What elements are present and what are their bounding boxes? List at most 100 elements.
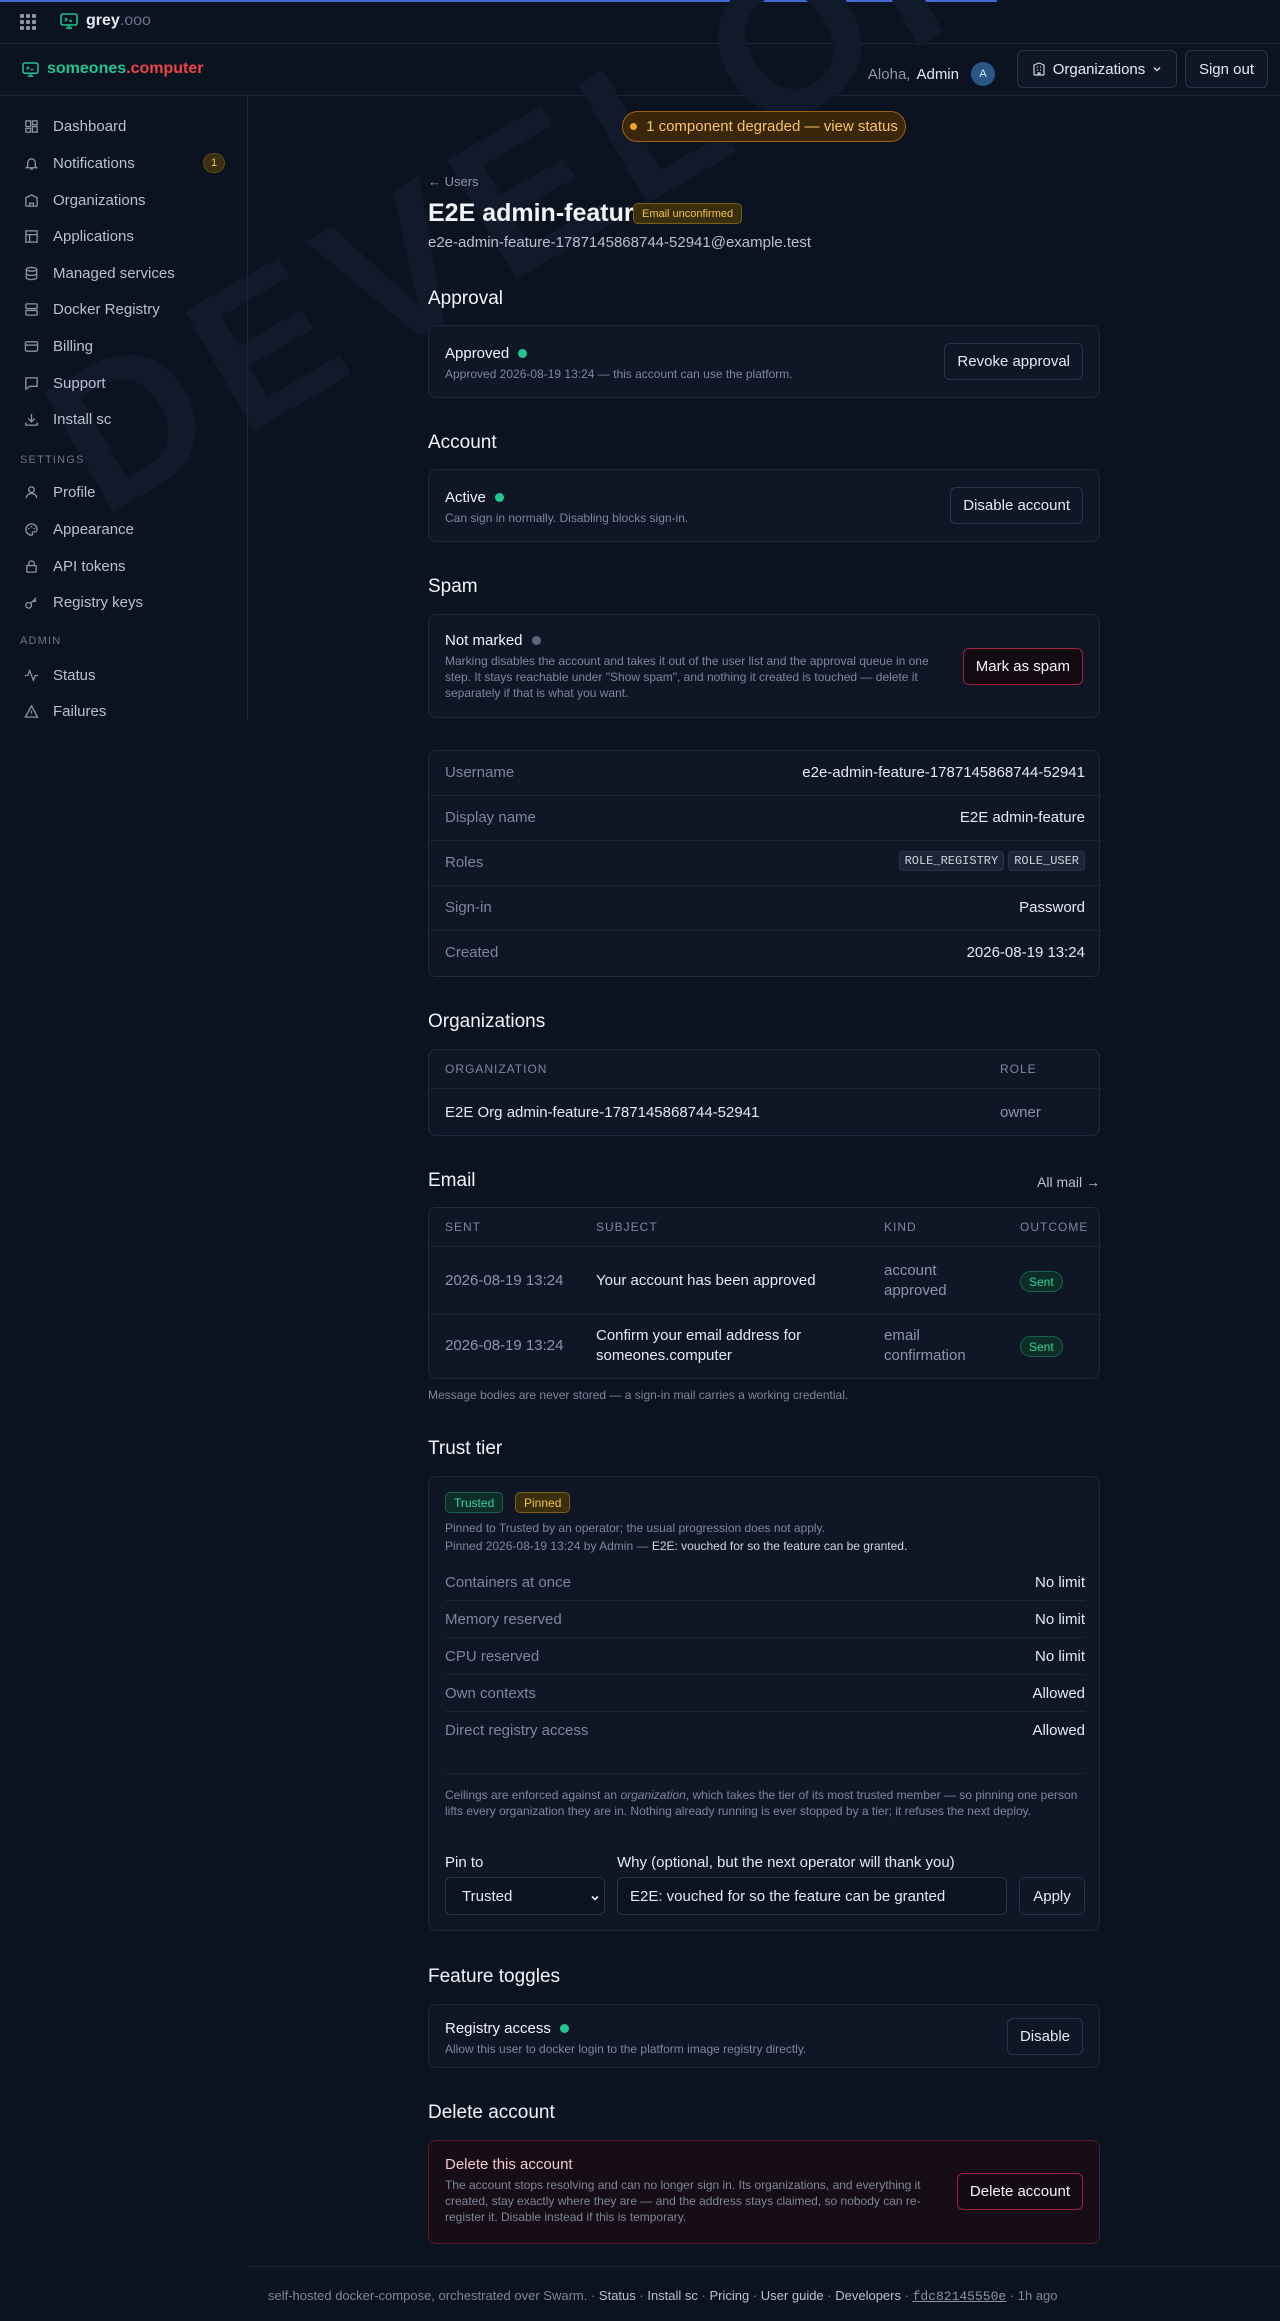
status-ok-dot-icon bbox=[494, 493, 504, 502]
palette-icon bbox=[25, 522, 38, 536]
app-logo[interactable]: someones.computer bbox=[22, 60, 203, 78]
trusted-tag: Trusted bbox=[445, 1492, 504, 1513]
sidebar-item-notifications[interactable]: Notifications bbox=[24, 151, 135, 175]
detail-row-sign-in: Sign-in Password bbox=[429, 886, 1101, 931]
apps-grid-icon[interactable] bbox=[20, 14, 36, 30]
organizations-menu-button[interactable]: Organizations bbox=[1017, 50, 1177, 88]
sidebar-item-appearance[interactable]: Appearance bbox=[24, 517, 134, 541]
spam-heading: Spam bbox=[428, 576, 478, 597]
footer-link-developers[interactable]: Developers bbox=[835, 2288, 901, 2303]
key-icon bbox=[25, 596, 37, 609]
detail-row-display-name: Display name E2E admin-feature bbox=[429, 796, 1101, 841]
sidebar-item-docker-registry[interactable]: Docker Registry bbox=[24, 297, 160, 321]
sign-out-button[interactable]: Sign out bbox=[1185, 50, 1268, 88]
delete-title: Delete this account bbox=[445, 2156, 573, 2173]
sidebar-item-label: Profile bbox=[53, 483, 96, 501]
footer-link-install[interactable]: Install sc bbox=[647, 2288, 698, 2303]
email-note: Message bodies are never stored — a sign… bbox=[428, 1388, 849, 1402]
sidebar-item-install-sc[interactable]: Install sc bbox=[24, 407, 111, 431]
organization-role: owner bbox=[1000, 1104, 1041, 1121]
limit-value: Allowed bbox=[1032, 1685, 1085, 1702]
detail-value: 2026-08-19 13:24 bbox=[966, 944, 1085, 961]
disable-account-button[interactable]: Disable account bbox=[950, 487, 1083, 524]
sidebar-item-dashboard[interactable]: Dashboard bbox=[24, 114, 126, 138]
pin-reason-input[interactable]: E2E: vouched for so the feature can be g… bbox=[617, 1877, 1007, 1915]
footer-link-status[interactable]: Status bbox=[599, 2288, 636, 2303]
detail-label: Sign-in bbox=[445, 899, 492, 916]
top-brand[interactable]: grey.ooo bbox=[60, 12, 151, 30]
footer-link-user-guide[interactable]: User guide bbox=[761, 2288, 824, 2303]
sidebar-item-support[interactable]: Support bbox=[24, 371, 106, 395]
organizations-table: ORGANIZATION ROLE E2E Org admin-feature-… bbox=[428, 1049, 1101, 1136]
logo-part-b: .computer bbox=[126, 60, 204, 77]
footer-link-pricing[interactable]: Pricing bbox=[709, 2288, 749, 2303]
sidebar-item-status[interactable]: Status bbox=[24, 663, 96, 687]
page-title: E2E admin-feature bbox=[428, 199, 648, 227]
delete-account-button[interactable]: Delete account bbox=[956, 2173, 1083, 2210]
email-unconfirmed-badge: Email unconfirmed bbox=[633, 203, 743, 224]
lock-icon bbox=[26, 559, 37, 573]
spam-status-label: Not marked bbox=[445, 632, 523, 649]
detail-label: Created bbox=[445, 944, 499, 961]
sidebar-item-organizations[interactable]: Organizations bbox=[24, 188, 146, 212]
chevron-down-icon bbox=[1153, 66, 1161, 72]
approval-status-label: Approved bbox=[445, 345, 510, 362]
column-header-kind: KIND bbox=[884, 1220, 917, 1234]
sidebar-item-label: Organizations bbox=[53, 191, 146, 209]
column-header-sent: SENT bbox=[445, 1220, 482, 1234]
email-subject: Your account has been approved bbox=[596, 1272, 816, 1289]
sidebar-item-registry-keys[interactable]: Registry keys bbox=[24, 590, 143, 614]
building-icon bbox=[1033, 62, 1045, 76]
sidebar-item-applications[interactable]: Applications bbox=[24, 224, 134, 248]
feature-detail: Allow this user to docker login to the p… bbox=[445, 2042, 807, 2056]
approval-card: Approved Approved 2026-08-19 13:24 — thi… bbox=[428, 325, 1100, 398]
sidebar-item-label: Failures bbox=[53, 702, 107, 720]
pin-tier-select[interactable]: Trusted bbox=[445, 1877, 605, 1915]
limit-row: Containers at once No limit bbox=[445, 1564, 1085, 1601]
sidebar-item-profile[interactable]: Profile bbox=[24, 480, 96, 504]
avatar[interactable]: A bbox=[971, 62, 995, 86]
all-mail-link[interactable]: All mail → bbox=[1037, 1174, 1100, 1190]
brand-suffix: .ooo bbox=[119, 12, 151, 29]
email-subject: Confirm your email address for someones.… bbox=[596, 1327, 802, 1364]
chat-icon bbox=[25, 376, 38, 390]
app-header: someones.computer Aloha, Admin A Organiz… bbox=[0, 45, 1280, 96]
mark-as-spam-button[interactable]: Mark as spam bbox=[962, 648, 1083, 685]
account-heading: Account bbox=[428, 432, 497, 453]
disable-feature-button[interactable]: Disable bbox=[1006, 2018, 1083, 2055]
notifications-count-badge: 1 bbox=[203, 153, 225, 173]
limit-row: CPU reserved No limit bbox=[445, 1638, 1085, 1675]
limit-value: Allowed bbox=[1032, 1722, 1085, 1739]
email-outcome-badge: Sent bbox=[1020, 1336, 1063, 1357]
pinned-tag: Pinned bbox=[515, 1492, 571, 1513]
pinned-by-line: Pinned 2026-08-19 13:24 by Admin — E2E: … bbox=[445, 1538, 907, 1554]
column-header-organization: ORGANIZATION bbox=[445, 1062, 548, 1076]
sidebar-item-api-tokens[interactable]: API tokens bbox=[24, 554, 126, 578]
feature-toggle-card: Registry access Allow this user to docke… bbox=[428, 2004, 1100, 2068]
footer-text: self-hosted docker-compose, orchestrated… bbox=[268, 2288, 1058, 2304]
server-icon bbox=[25, 302, 38, 316]
sidebar-item-billing[interactable]: Billing bbox=[24, 334, 93, 358]
email-sent-time: 2026-08-19 13:24 bbox=[445, 1337, 564, 1354]
chevron-down-icon bbox=[591, 1895, 599, 1901]
sidebar-item-managed-services[interactable]: Managed services bbox=[24, 261, 175, 285]
footer-commit-link[interactable]: fdc82145550e bbox=[913, 2289, 1007, 2304]
approval-status: Approved bbox=[445, 345, 528, 362]
revoke-approval-button[interactable]: Revoke approval bbox=[944, 343, 1083, 380]
apply-pin-button[interactable]: Apply bbox=[1019, 1877, 1085, 1915]
trust-tier-card: Trusted Pinned Pinned to Trusted by an o… bbox=[428, 1476, 1100, 1931]
sidebar-item-failures[interactable]: Failures bbox=[24, 699, 106, 723]
spam-card: Not marked Marking disables the account … bbox=[428, 614, 1100, 718]
sidebar-item-label: Dashboard bbox=[53, 117, 127, 135]
back-to-users-link[interactable]: ← Users bbox=[428, 174, 479, 189]
warning-dot-icon bbox=[630, 123, 638, 130]
ceilings-note-a: Ceilings are enforced against an bbox=[445, 1788, 621, 1802]
role-chip: ROLE_REGISTRY bbox=[898, 851, 1005, 871]
sidebar-section-settings: SETTINGS bbox=[20, 454, 85, 466]
dashboard-icon bbox=[25, 119, 38, 133]
footer-sep: · bbox=[823, 2288, 836, 2303]
degraded-status-banner[interactable]: 1 component degraded — view status bbox=[622, 111, 906, 142]
organization-link[interactable]: E2E Org admin-feature-1787145868744-5294… bbox=[445, 1103, 759, 1123]
account-card: Active Can sign in normally. Disabling b… bbox=[428, 469, 1100, 542]
feature-name: Registry access bbox=[445, 2020, 551, 2037]
